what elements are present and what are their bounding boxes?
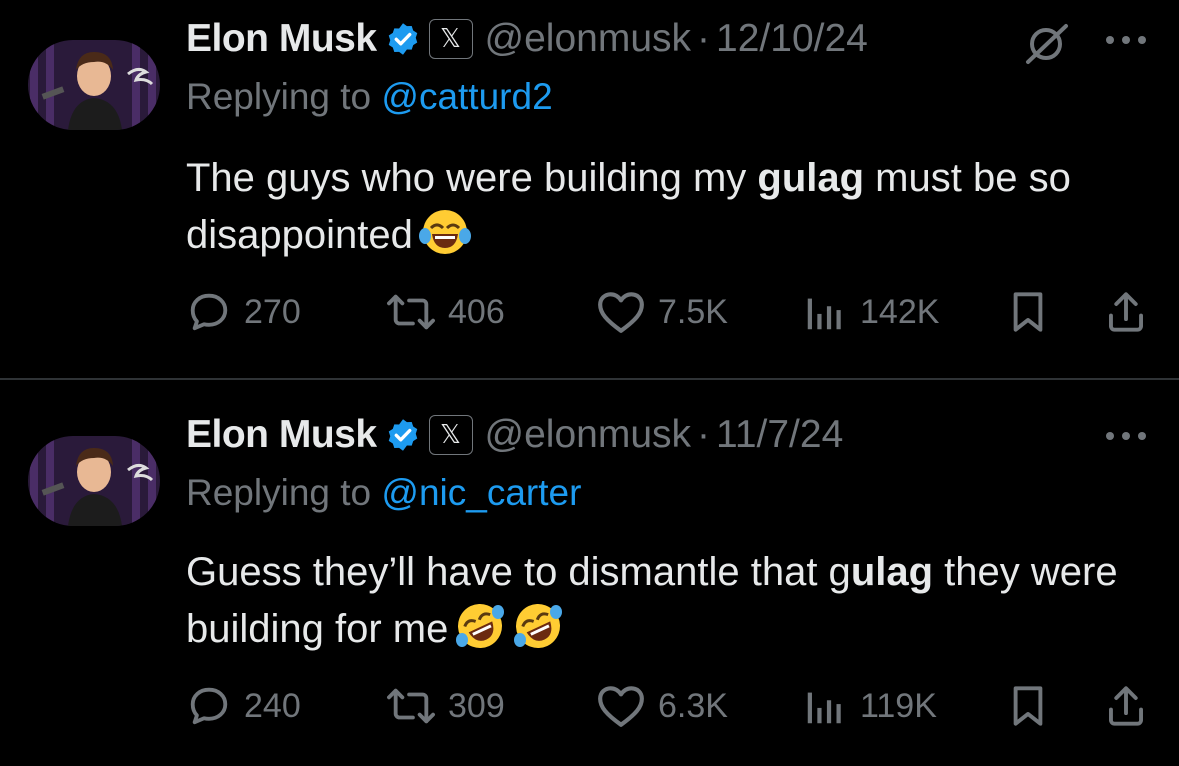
like-button[interactable]: 7.5K bbox=[596, 284, 728, 340]
reply-button[interactable]: 270 bbox=[186, 284, 301, 340]
repost-count: 406 bbox=[448, 292, 505, 331]
avatar[interactable] bbox=[28, 436, 160, 526]
bookmark-icon bbox=[1013, 292, 1043, 332]
repost-button[interactable]: 309 bbox=[386, 678, 505, 734]
separator-dot: · bbox=[697, 17, 711, 60]
view-count: 142K bbox=[860, 292, 940, 331]
tweet-text: Guess they’ll have to dismantle that gul… bbox=[186, 544, 1146, 657]
repost-icon bbox=[387, 688, 435, 724]
separator-dot: · bbox=[697, 413, 711, 456]
tweet-text-bold: gulag bbox=[757, 156, 865, 200]
replying-prefix: Replying to bbox=[186, 76, 372, 117]
views-button[interactable]: 142K bbox=[802, 284, 939, 340]
tweet-header: Elon Musk 𝕏 @elonmusk · 11/7/24 bbox=[186, 410, 843, 460]
share-button[interactable] bbox=[1104, 678, 1148, 734]
views-chart-icon bbox=[807, 298, 841, 330]
heart-icon bbox=[598, 292, 644, 333]
repost-count: 309 bbox=[448, 686, 505, 725]
tweet[interactable]: Elon Musk 𝕏 @elonmusk · 12/10/24 Replyin… bbox=[0, 0, 1179, 378]
tweet-text-part: The guys who were building my bbox=[186, 156, 758, 200]
verified-badge-icon bbox=[388, 419, 417, 451]
x-affiliation-icon[interactable]: 𝕏 bbox=[428, 19, 473, 59]
x-affiliation-icon[interactable]: 𝕏 bbox=[428, 415, 473, 455]
author-name[interactable]: Elon Musk bbox=[186, 413, 377, 457]
tweet-date[interactable]: 11/7/24 bbox=[716, 413, 843, 457]
view-count: 119K bbox=[860, 686, 937, 725]
replying-to: Replying to @catturd2 bbox=[186, 76, 553, 118]
rolling-on-the-floor-laughing-icon bbox=[514, 604, 563, 648]
views-chart-icon bbox=[807, 692, 841, 724]
more-options-icon[interactable] bbox=[1104, 430, 1148, 442]
tweet-date[interactable]: 12/10/24 bbox=[716, 17, 868, 61]
reply-count: 240 bbox=[244, 686, 301, 725]
bookmark-button[interactable] bbox=[1006, 284, 1050, 340]
tweet[interactable]: Elon Musk 𝕏 @elonmusk · 11/7/24 Replying… bbox=[0, 380, 1179, 766]
tweet-text-part: Guess they’ll have to dismantle that g bbox=[186, 550, 851, 594]
share-button[interactable] bbox=[1104, 284, 1148, 340]
tweet-actions: 240 309 6.3K 119K bbox=[186, 678, 1152, 734]
like-count: 7.5K bbox=[658, 292, 728, 331]
bookmark-button[interactable] bbox=[1006, 678, 1050, 734]
share-icon bbox=[1109, 292, 1143, 332]
reply-mention-link[interactable]: @nic_carter bbox=[381, 472, 581, 513]
tweet-header: Elon Musk 𝕏 @elonmusk · 12/10/24 bbox=[186, 14, 868, 64]
author-handle[interactable]: @elonmusk bbox=[485, 17, 692, 61]
heart-icon bbox=[598, 686, 644, 727]
verified-badge-icon bbox=[388, 23, 417, 55]
tweet-text-bold: ulag bbox=[850, 550, 934, 594]
more-options-icon[interactable] bbox=[1104, 34, 1148, 46]
face-with-tears-of-joy-icon bbox=[418, 210, 471, 254]
tweet-text: The guys who were building my gulag must… bbox=[186, 150, 1146, 263]
replying-prefix: Replying to bbox=[186, 472, 372, 513]
grok-icon[interactable] bbox=[1022, 22, 1070, 66]
reply-icon bbox=[190, 293, 228, 331]
like-count: 6.3K bbox=[658, 686, 728, 725]
like-button[interactable]: 6.3K bbox=[596, 678, 728, 734]
reply-count: 270 bbox=[244, 292, 301, 331]
bookmark-icon bbox=[1013, 686, 1043, 726]
avatar[interactable] bbox=[28, 40, 160, 130]
reply-mention-link[interactable]: @catturd2 bbox=[381, 76, 552, 117]
share-icon bbox=[1109, 686, 1143, 726]
repost-button[interactable]: 406 bbox=[386, 284, 505, 340]
author-name[interactable]: Elon Musk bbox=[186, 17, 377, 61]
repost-icon bbox=[387, 294, 435, 330]
author-handle[interactable]: @elonmusk bbox=[485, 413, 692, 457]
tweet-actions: 270 406 7.5K 142K bbox=[186, 284, 1152, 340]
reply-button[interactable]: 240 bbox=[186, 678, 301, 734]
replying-to: Replying to @nic_carter bbox=[186, 472, 581, 514]
rolling-on-the-floor-laughing-icon bbox=[456, 604, 505, 648]
views-button[interactable]: 119K bbox=[802, 678, 937, 734]
reply-icon bbox=[190, 687, 228, 725]
